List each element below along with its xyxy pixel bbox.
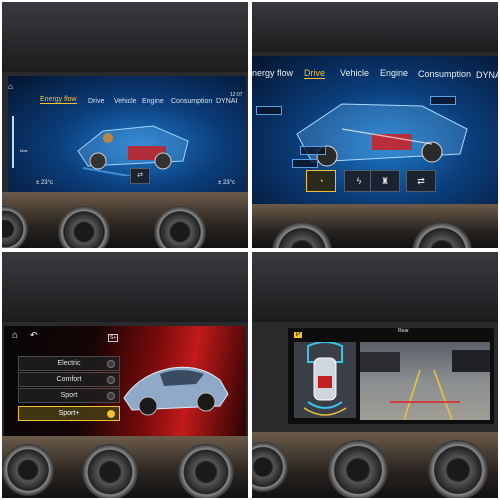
photo-energy-flow-screen: ⌂ Energy flow Drive Vehicle Engine Consu…	[2, 2, 248, 248]
infotainment-screen: ⌂ ↶ S+ Electric Comfort Sport Sport+	[4, 326, 246, 436]
mode-label: Electric	[57, 360, 81, 367]
screen-bezel-top	[2, 252, 248, 322]
radio-dot	[107, 392, 115, 400]
screen-bezel-top	[2, 2, 248, 72]
rear-camera-view	[360, 342, 490, 421]
car-view-button[interactable]: ⇄	[406, 170, 436, 192]
energy-flow-view-button[interactable]: ⇄	[130, 168, 150, 184]
air-vent	[252, 442, 288, 492]
home-icon[interactable]: ⌂	[12, 330, 18, 341]
dashboard	[2, 436, 248, 498]
photo-drive-program-screen: ⌂ ↶ S+ Electric Comfort Sport Sport+	[2, 252, 248, 498]
side-level-bar	[12, 116, 14, 168]
air-vent	[82, 444, 138, 498]
tab-drive[interactable]: Drive	[88, 98, 104, 105]
mode-sport-plus[interactable]: Sport+	[18, 406, 120, 421]
tab-vehicle[interactable]: Vehicle	[340, 68, 369, 78]
car-render-graphic	[123, 366, 229, 416]
mode-label: Sport	[60, 392, 78, 399]
screen-bezel-top	[252, 252, 498, 322]
torque-readout-box	[300, 146, 326, 155]
seat-icon[interactable]: ♜	[370, 170, 400, 192]
air-vent	[2, 444, 54, 496]
infotainment-screen: ⌂ Energy flow Drive Vehicle Engine Consu…	[8, 76, 246, 192]
mode-label: Comfort	[56, 376, 82, 383]
air-vent	[2, 206, 28, 248]
torque-readout-box	[430, 96, 456, 105]
camera-view-label: Rear	[398, 328, 409, 334]
tab-consumption[interactable]: Consumption	[418, 69, 471, 79]
air-vent	[412, 222, 472, 248]
photo-drive-screen: nergy flow Drive Vehicle Engine Consumpt…	[252, 2, 498, 248]
dashboard	[252, 204, 498, 248]
parking-sensor-graphic	[303, 341, 347, 416]
air-vent	[154, 206, 206, 248]
radio-dot	[107, 360, 115, 368]
air-vent	[428, 440, 488, 498]
temperature-left: ± 23°c	[36, 180, 54, 186]
tab-consumption[interactable]: Consumption	[171, 98, 212, 105]
torque-readout-box	[292, 159, 318, 168]
clock: 12:07	[230, 92, 243, 98]
air-vent	[272, 222, 332, 248]
tab-engine[interactable]: Engine	[380, 68, 408, 78]
temperature-right: ± 23°c	[218, 180, 236, 186]
home-icon[interactable]: ⌂	[8, 82, 13, 91]
tab-vehicle[interactable]: Vehicle	[114, 98, 137, 105]
tab-drive[interactable]: Drive	[304, 68, 326, 79]
side-level-label: Max	[20, 148, 28, 153]
air-vent	[328, 440, 388, 498]
tab-energy-flow[interactable]: nergy flow	[252, 68, 293, 78]
drive-gauge-button[interactable]: ◔	[306, 170, 336, 192]
screen-bezel-top	[252, 2, 498, 52]
tab-dynamic[interactable]: DYNAI	[216, 98, 237, 105]
infotainment-screen: P Rear	[288, 328, 494, 424]
mode-comfort[interactable]: Comfort	[18, 372, 120, 387]
photo-rear-camera-screen: P Rear	[252, 252, 498, 498]
dashboard	[2, 192, 248, 248]
mode-sport[interactable]: Sport	[18, 388, 120, 403]
infotainment-screen: nergy flow Drive Vehicle Engine Consumpt…	[252, 56, 498, 204]
tab-dynamic[interactable]: DYNA	[476, 70, 498, 80]
tab-energy-flow[interactable]: Energy flow	[40, 96, 77, 104]
mode-label: Sport+	[58, 410, 80, 417]
top-view-panel	[294, 341, 356, 418]
air-vent	[178, 444, 234, 498]
dashboard	[252, 432, 498, 498]
parking-guide-lines	[360, 350, 490, 421]
car-cutaway-graphic	[77, 125, 189, 176]
mode-electric[interactable]: Electric	[18, 356, 120, 371]
torque-readout-box	[256, 106, 282, 115]
back-icon[interactable]: ↶	[30, 330, 38, 341]
air-vent	[58, 206, 110, 248]
drive-program-badge: S+	[108, 334, 119, 342]
tab-engine[interactable]: Engine	[142, 98, 164, 105]
radio-dot	[107, 410, 115, 418]
radio-dot	[107, 376, 115, 384]
parking-badge: P	[294, 332, 303, 338]
